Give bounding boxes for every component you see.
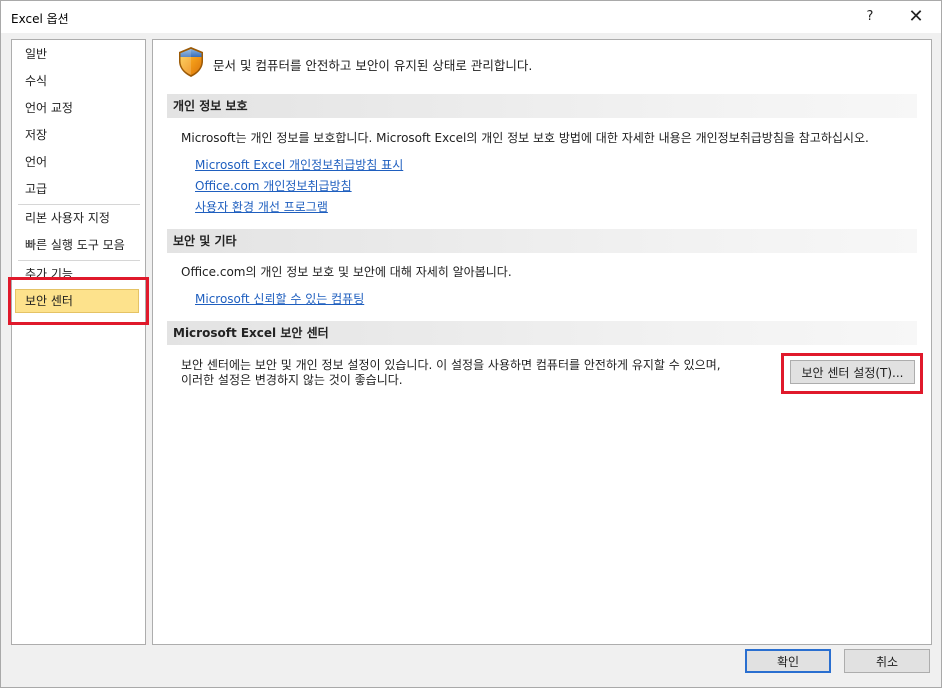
sidebar-item-customize-ribbon[interactable]: 리본 사용자 지정 [15, 206, 139, 230]
excel-options-dialog: Excel 옵션 ? ✕ 일반 수식 언어 교정 저장 언어 고급 리본 사용자… [0, 0, 942, 688]
sidebar-item-general[interactable]: 일반 [15, 42, 139, 66]
sidebar-item-advanced[interactable]: 고급 [15, 177, 139, 201]
sidebar-item-proofing[interactable]: 언어 교정 [15, 96, 139, 120]
link-trustworthy-computing[interactable]: Microsoft 신뢰할 수 있는 컴퓨팅 [195, 290, 364, 307]
title-bar: Excel 옵션 ? ✕ [1, 1, 941, 33]
highlight-frame-trust-center [8, 277, 149, 325]
sidebar-divider [18, 204, 140, 205]
ok-button[interactable]: 확인 [745, 649, 831, 673]
sidebar-item-quick-access-toolbar[interactable]: 빠른 실행 도구 모음 [15, 233, 139, 257]
header-description: 문서 및 컴퓨터를 안전하고 보안이 유지된 상태로 관리합니다. [213, 58, 533, 73]
sidebar-item-save[interactable]: 저장 [15, 123, 139, 147]
close-button[interactable]: ✕ [899, 4, 933, 30]
link-customer-experience-program[interactable]: 사용자 환경 개선 프로그램 [195, 198, 328, 215]
window-title: Excel 옵션 [11, 12, 69, 26]
sidebar-item-formulas[interactable]: 수식 [15, 69, 139, 93]
sidebar-divider [18, 260, 140, 261]
security-description: Office.com의 개인 정보 보호 및 보안에 대해 자세히 알아봅니다. [181, 265, 512, 279]
options-sidebar: 일반 수식 언어 교정 저장 언어 고급 리본 사용자 지정 빠른 실행 도구 … [11, 39, 146, 645]
section-header-trust-center: Microsoft Excel 보안 센터 [167, 321, 917, 345]
privacy-description: Microsoft는 개인 정보를 보호합니다. Microsoft Excel… [181, 131, 869, 145]
link-excel-privacy-statement[interactable]: Microsoft Excel 개인정보취급방침 표시 [195, 156, 403, 173]
trust-center-description-line2: 이러한 설정은 변경하지 않는 것이 좋습니다. [181, 373, 403, 387]
cancel-button[interactable]: 취소 [844, 649, 930, 673]
content-pane: 문서 및 컴퓨터를 안전하고 보안이 유지된 상태로 관리합니다. 개인 정보 … [152, 39, 932, 645]
help-button[interactable]: ? [855, 4, 885, 30]
section-header-privacy: 개인 정보 보호 [167, 94, 917, 118]
section-header-security-more: 보안 및 기타 [167, 229, 917, 253]
highlight-frame-settings-button [781, 353, 923, 394]
sidebar-item-language[interactable]: 언어 [15, 150, 139, 174]
link-office-privacy-statement[interactable]: Office.com 개인정보취급방침 [195, 177, 352, 194]
shield-icon [179, 47, 203, 77]
